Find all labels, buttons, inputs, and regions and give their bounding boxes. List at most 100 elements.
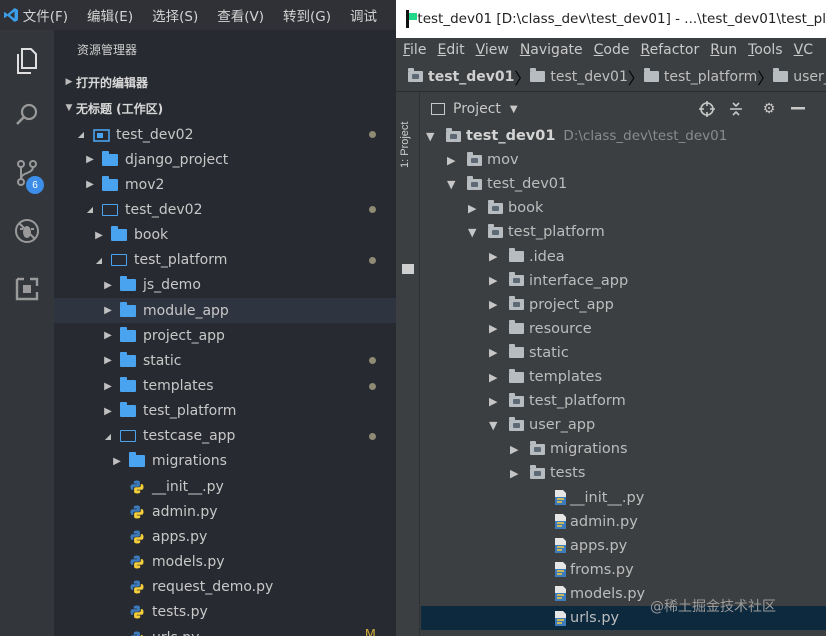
debug-no-bug-icon[interactable] bbox=[0, 206, 54, 256]
modified-dot-icon bbox=[369, 256, 376, 264]
pycharm-menubar: File Edit View Navigate Code Refactor Run Tools… bbox=[396, 38, 826, 62]
breadcrumb-item[interactable]: test_dev01 bbox=[530, 68, 628, 85]
menu-item[interactable]: VC bbox=[794, 42, 813, 58]
menu-item[interactable]: 调试 bbox=[350, 5, 377, 25]
tree-item[interactable]: ◢ test_platform bbox=[54, 248, 396, 273]
menu-item[interactable]: Edit bbox=[437, 42, 464, 58]
menu-item[interactable]: View bbox=[476, 42, 509, 58]
menu-item[interactable]: 选择(S) bbox=[152, 5, 198, 25]
project-tree-item[interactable]: ▶ book bbox=[468, 196, 543, 220]
tree-item-label: django_project bbox=[125, 151, 229, 168]
menu-item[interactable]: File bbox=[403, 42, 426, 58]
extensions-icon[interactable] bbox=[0, 264, 54, 314]
tree-item[interactable]: ◢ test_dev02 bbox=[54, 197, 396, 222]
project-tree-item[interactable]: ▶ interface_app bbox=[489, 269, 628, 293]
project-tree-item[interactable]: ▼ test_dev01 bbox=[447, 172, 567, 196]
tree-item-label: test_dev02 bbox=[116, 126, 194, 143]
section-open-editors[interactable]: ▶ 打开的编辑器 bbox=[54, 69, 396, 95]
python-file-icon bbox=[128, 580, 146, 594]
tree-item[interactable]: tests.py bbox=[54, 600, 396, 625]
project-tree-item[interactable]: ▶ test_platform bbox=[489, 389, 626, 413]
tree-item[interactable]: ▶ js_demo bbox=[54, 273, 396, 298]
explorer-files-icon[interactable] bbox=[0, 36, 54, 86]
project-tree-item[interactable]: ▶ project_app bbox=[489, 293, 614, 317]
project-tree-item[interactable]: ▶ templates bbox=[489, 365, 602, 389]
menu-item[interactable]: Refactor bbox=[640, 42, 699, 58]
search-icon[interactable] bbox=[0, 90, 54, 140]
tree-item[interactable]: ▶ django_project bbox=[54, 147, 396, 172]
tree-item[interactable]: models.py bbox=[54, 550, 396, 575]
tree-item[interactable]: apps.py bbox=[54, 524, 396, 549]
menu-item[interactable]: Tools bbox=[748, 42, 783, 58]
tree-item-label: urls.py bbox=[152, 630, 199, 636]
tree-item[interactable]: request_demo.py bbox=[54, 575, 396, 600]
folder-icon bbox=[488, 199, 503, 214]
project-tree-item[interactable]: apps.py bbox=[531, 534, 627, 558]
tree-item[interactable]: ▶ static bbox=[54, 348, 396, 373]
chevron-right-icon: ▶ bbox=[468, 201, 477, 215]
menu-item-rest: ools bbox=[754, 42, 783, 58]
menu-item[interactable]: 转到(G) bbox=[283, 5, 331, 25]
project-tree-item[interactable]: ▶ migrations bbox=[510, 437, 628, 461]
locate-target-icon[interactable] bbox=[698, 100, 716, 118]
project-tree-item[interactable]: models.py bbox=[531, 582, 645, 606]
collapse-all-icon[interactable] bbox=[727, 100, 745, 118]
project-tree-item[interactable]: froms.py bbox=[531, 558, 634, 582]
menu-item[interactable]: 查看(V) bbox=[217, 5, 264, 25]
project-tree-label: migrations bbox=[550, 441, 628, 458]
python-file-icon bbox=[128, 530, 146, 544]
tree-item[interactable]: ▶ test_platform bbox=[54, 399, 396, 424]
project-tree-item[interactable]: ▼ test_dev01 D:\class_dev\test_dev01 bbox=[426, 124, 727, 148]
tree-item[interactable]: ◢ testcase_app bbox=[54, 424, 396, 449]
menu-item[interactable]: Navigate bbox=[520, 42, 583, 58]
tree-item[interactable]: urls.py M bbox=[54, 625, 396, 636]
project-view-selector[interactable]: Project ▼ bbox=[431, 101, 518, 117]
folder-icon bbox=[509, 320, 524, 335]
vscode-logo-icon bbox=[0, 0, 23, 30]
tree-item[interactable]: ▶ templates bbox=[54, 374, 396, 399]
source-control-icon[interactable]: 6 bbox=[0, 148, 54, 198]
project-tree-item[interactable]: ▶ resource bbox=[489, 317, 592, 341]
chevron-right-icon: ▶ bbox=[104, 405, 112, 417]
menu-mnemonic: V bbox=[475, 42, 485, 58]
folder-icon bbox=[119, 377, 137, 393]
project-tree-label: templates bbox=[529, 369, 603, 385]
tree-item[interactable]: ▶ project_app bbox=[54, 323, 396, 348]
breadcrumb-item[interactable]: user_ap bbox=[773, 68, 826, 85]
breadcrumb-item[interactable]: test_platform bbox=[643, 68, 757, 85]
project-tree-item[interactable]: ▶ tests bbox=[510, 461, 585, 485]
project-tree-item[interactable]: __init__.py bbox=[531, 486, 644, 510]
gear-icon[interactable]: ⚙ bbox=[760, 100, 778, 118]
tree-item-label: tests.py bbox=[152, 604, 208, 621]
project-tree-item[interactable]: admin.py bbox=[531, 510, 638, 534]
project-tree-item[interactable]: ▶ static bbox=[489, 341, 569, 365]
tree-item[interactable]: __init__.py bbox=[54, 474, 396, 499]
project-tree-item[interactable]: ▼ user_app bbox=[489, 413, 595, 437]
chevron-down-icon: ▼ bbox=[426, 129, 435, 143]
tree-item-label: test_platform bbox=[134, 252, 228, 269]
breadcrumb-label: user_ap bbox=[793, 68, 826, 85]
project-tree-item[interactable]: ▶ mov bbox=[447, 148, 519, 172]
menu-item[interactable]: 编辑(E) bbox=[87, 5, 133, 25]
project-tree-item[interactable]: ▼ test_platform bbox=[468, 220, 605, 244]
project-tree-item[interactable]: ▶ .idea bbox=[489, 245, 565, 269]
chevron-right-icon: ▶ bbox=[489, 346, 498, 360]
menu-item[interactable]: Code bbox=[594, 42, 630, 58]
tree-item[interactable]: ▶ migrations bbox=[54, 449, 396, 474]
project-tree-label: resource bbox=[529, 320, 592, 337]
project-path: D:\class_dev\test_dev01 bbox=[563, 128, 728, 144]
structure-icon[interactable] bbox=[402, 264, 414, 274]
breadcrumb-item[interactable]: test_dev01 bbox=[408, 68, 514, 85]
python-file-icon bbox=[128, 480, 146, 494]
tree-item[interactable]: ▶ mov2 bbox=[54, 172, 396, 197]
tree-item[interactable]: ▶ module_app bbox=[54, 298, 396, 324]
tree-item[interactable]: ◢ test_dev02 bbox=[54, 122, 396, 147]
hide-panel-icon[interactable] bbox=[789, 100, 807, 118]
chevron-right-icon: ▶ bbox=[489, 322, 498, 336]
menu-item[interactable]: 文件(F) bbox=[23, 5, 68, 25]
tree-item[interactable]: ▶ book bbox=[54, 223, 396, 248]
section-workspace[interactable]: ▼ 无标题 (工作区) bbox=[54, 95, 396, 121]
project-tool-tab[interactable]: 1: Project bbox=[399, 108, 417, 168]
tree-item[interactable]: admin.py bbox=[54, 499, 396, 524]
menu-item[interactable]: Run bbox=[710, 42, 737, 58]
